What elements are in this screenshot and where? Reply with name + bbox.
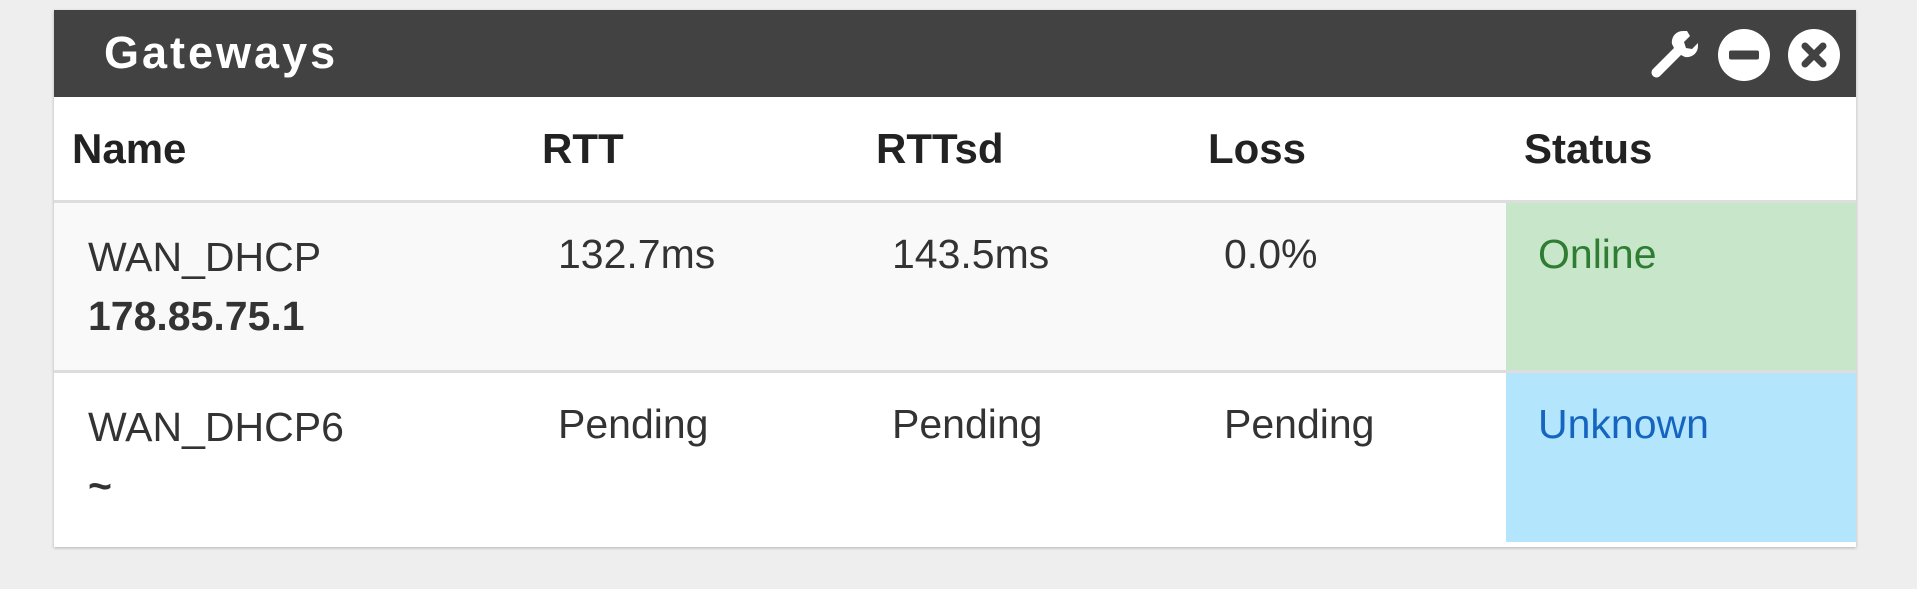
loss-value: 0.0% [1190,201,1506,373]
gateway-address: ~ [88,463,112,510]
widget-title: Gateways [104,27,339,78]
column-header-name: Name [54,97,524,203]
table-row: WAN_DHCP6 ~ Pending Pending Pending Unkn… [54,371,1856,542]
table-row: WAN_DHCP 178.85.75.1 132.7ms 143.5ms 0.0… [54,201,1856,373]
gateway-address: 178.85.75.1 [88,293,305,340]
column-header-rtt: RTT [524,97,858,203]
gateways-table: Name RTT RTTsd Loss Status WAN_DHCP 178.… [54,97,1856,542]
widget-controls [1646,28,1842,82]
column-header-loss: Loss [1190,97,1506,203]
widget-header: Gateways [54,10,1856,97]
column-header-status: Status [1506,97,1856,203]
rttsd-value: 143.5ms [858,201,1190,373]
gateway-name-cell: WAN_DHCP 178.85.75.1 [54,201,524,373]
close-circle-icon[interactable] [1786,27,1842,83]
loss-value: Pending [1190,371,1506,542]
status-unknown-badge: Unknown [1506,371,1856,542]
table-header-row: Name RTT RTTsd Loss Status [54,97,1856,203]
column-header-rttsd: RTTsd [858,97,1190,203]
gateway-name-cell: WAN_DHCP6 ~ [54,371,524,542]
rttsd-value: Pending [858,371,1190,542]
minus-circle-icon[interactable] [1716,27,1772,83]
gateway-name: WAN_DHCP [88,234,322,280]
status-online-badge: Online [1506,201,1856,373]
gateway-name: WAN_DHCP6 [88,404,344,450]
rtt-value: Pending [524,371,858,542]
rtt-value: 132.7ms [524,201,858,373]
wrench-icon[interactable] [1646,27,1702,83]
gateways-widget: Gateways Name RTT RTTsd Loss Status WAN_… [54,10,1856,547]
